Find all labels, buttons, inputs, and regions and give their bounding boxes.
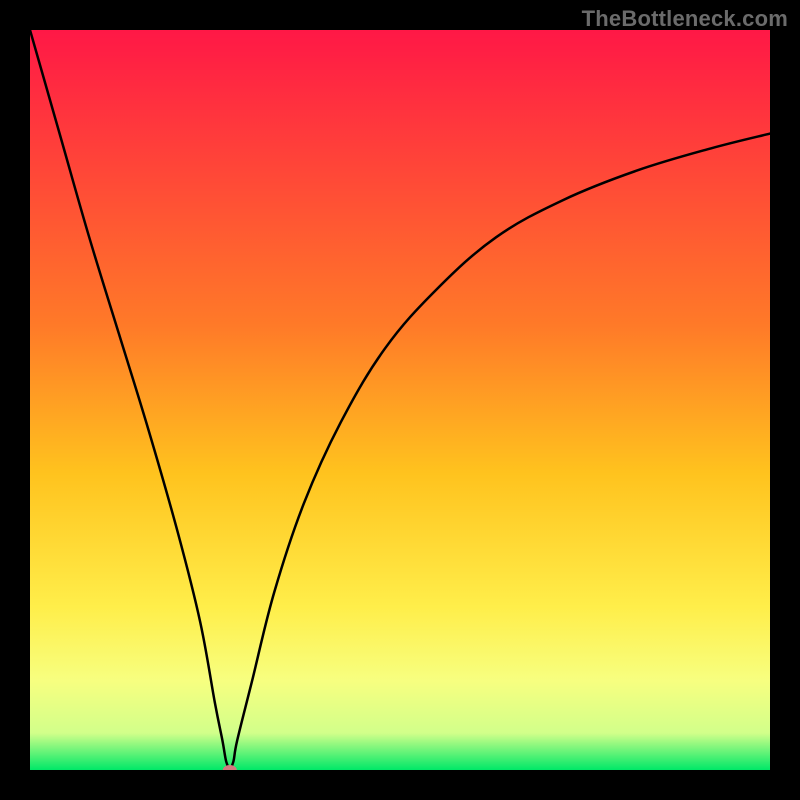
watermark-text: TheBottleneck.com	[582, 6, 788, 32]
plot-background	[30, 30, 770, 770]
chart-container: TheBottleneck.com	[0, 0, 800, 800]
bottleneck-chart	[30, 30, 770, 770]
